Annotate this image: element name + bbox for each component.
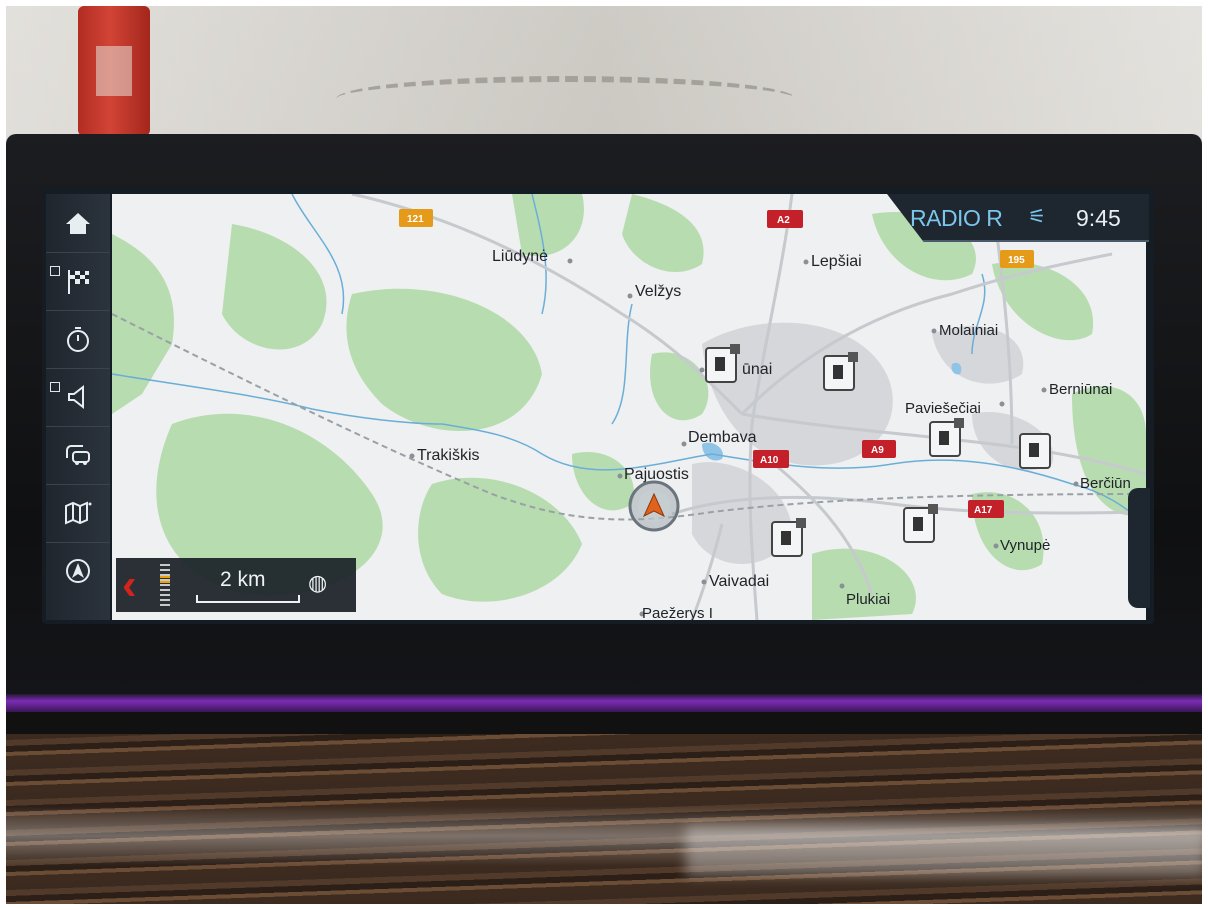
fuel-station-icon (705, 344, 740, 383)
map-scale-panel: ‹ 2 km ◍ (116, 558, 356, 612)
road-badge-121: 121 (399, 209, 433, 227)
ambient-light-strip (6, 694, 1202, 712)
wood-reflection (686, 826, 1202, 876)
road-badge-a9: A9 (862, 440, 896, 458)
place-label: Vaivadai (709, 573, 769, 590)
navigation-map[interactable]: Liūdynė Velžys Lepšiai Molainiai Berniūn… (112, 194, 1146, 620)
place-label: Paviešečiai (905, 400, 981, 417)
home-icon (66, 213, 90, 234)
place-label: Vynupė (1000, 537, 1050, 554)
svg-text:A9: A9 (871, 445, 884, 456)
compass-icon[interactable]: ◍ (308, 570, 327, 596)
svg-text:195: 195 (1008, 255, 1025, 266)
svg-text:A17: A17 (974, 505, 993, 516)
infotainment-screen: Liūdynė Velžys Lepšiai Molainiai Berniūn… (42, 188, 1154, 624)
place-label: Paežerys I (642, 605, 713, 620)
place-label: Dembava (688, 429, 757, 446)
place-label: Molainiai (939, 322, 998, 339)
map-canvas[interactable]: Liūdynė Velžys Lepšiai Molainiai Berniūn… (112, 194, 1146, 620)
svg-text:A2: A2 (777, 215, 790, 226)
fuel-station-icon (1019, 433, 1051, 469)
home-button[interactable] (46, 194, 110, 253)
audio-button[interactable] (46, 368, 110, 427)
road-badge-a10: A10 (753, 450, 789, 468)
map-info-icon (65, 501, 92, 525)
timer-icon (67, 327, 89, 352)
fuel-station-icon (929, 418, 964, 457)
photo-frame: Liūdynė Velžys Lepšiai Molainiai Berniūn… (6, 6, 1202, 904)
place-label: Plukiai (846, 591, 890, 608)
map-button[interactable] (46, 484, 110, 543)
svg-text:121: 121 (407, 214, 424, 225)
navigation-icon (66, 559, 90, 583)
trim (6, 712, 1202, 734)
svg-text:A10: A10 (760, 455, 779, 466)
speaker-icon (68, 384, 84, 410)
clock: 9:45 (1076, 205, 1121, 231)
destination-button[interactable] (46, 252, 110, 311)
traffic-icon (66, 445, 90, 465)
fire-extinguisher (78, 6, 150, 136)
navigation-button[interactable] (46, 542, 110, 600)
fuel-station-icon (903, 504, 938, 543)
scale-ruler (196, 595, 300, 603)
timer-button[interactable] (46, 310, 110, 369)
volume-muted-icon: ⚟ (1028, 206, 1046, 228)
place-label: Berniūnai (1049, 381, 1112, 398)
place-label: Berčiūn (1080, 475, 1131, 492)
background-cable (336, 76, 796, 122)
road-badge-a17: A17 (968, 500, 1004, 518)
side-menu (46, 194, 110, 620)
fuel-station-icon (823, 352, 858, 391)
fuel-station-icon (771, 518, 806, 557)
checkbox (50, 266, 60, 276)
radio-source-label[interactable]: RADIO R (910, 205, 1003, 232)
destination-flag-icon (68, 270, 89, 294)
road-badge-a2: A2 (767, 210, 803, 228)
place-label: Velžys (635, 283, 681, 300)
place-label: ūnai (742, 361, 772, 378)
scale-distance: 2 km (220, 568, 266, 591)
traffic-button[interactable] (46, 426, 110, 485)
place-label: Trakiškis (417, 447, 480, 464)
checkbox (50, 382, 60, 392)
zoom-level-indicator[interactable] (160, 564, 170, 606)
place-label: Lepšiai (811, 253, 862, 270)
road-badge-195: 195 (1000, 250, 1034, 268)
place-label: Liūdynė (492, 248, 548, 265)
side-panel-handle[interactable] (1128, 488, 1150, 608)
place-label: Pajuostis (624, 466, 689, 483)
car-position-icon (628, 480, 680, 532)
chevron-left-icon[interactable]: ‹ (122, 563, 146, 607)
